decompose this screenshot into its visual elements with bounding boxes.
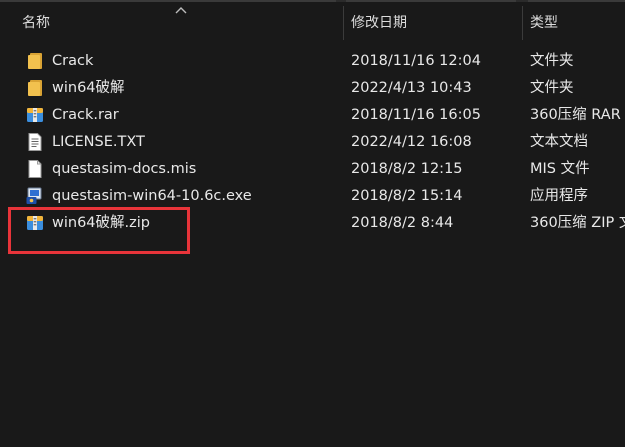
file-name: win64破解	[52, 80, 125, 96]
file-row-win64-crack-folder[interactable]: win64破解 2022/4/13 10:43 文件夹	[0, 75, 625, 102]
file-type: 文件夹	[530, 53, 574, 69]
file-row-crack-folder[interactable]: Crack 2018/11/16 12:04 文件夹	[0, 48, 625, 75]
file-row-questasim-exe[interactable]: questasim-win64-10.6c.exe 2018/8/2 15:14…	[0, 183, 625, 210]
column-header-date-label: 修改日期	[351, 15, 407, 31]
file-date: 2022/4/13 10:43	[351, 80, 472, 96]
file-name: questasim-win64-10.6c.exe	[52, 188, 252, 204]
file-name: Crack.rar	[52, 107, 119, 123]
file-row-crack-rar[interactable]: Crack.rar 2018/11/16 16:05 360压缩 RAR 文件	[0, 102, 625, 129]
file-date: 2018/11/16 12:04	[351, 53, 481, 69]
installer-icon	[26, 187, 42, 204]
file-row-license-txt[interactable]: LICENSE.TXT 2022/4/12 16:08 文本文档	[0, 129, 625, 156]
file-date: 2018/8/2 8:44	[351, 215, 454, 231]
file-date: 2018/11/16 16:05	[351, 107, 481, 123]
file-name: Crack	[52, 53, 94, 69]
file-date: 2018/8/2 12:15	[351, 161, 463, 177]
column-header-type-label: 类型	[530, 15, 558, 31]
file-date: 2022/4/12 16:08	[351, 134, 472, 150]
column-header-bar: 名称 修改日期 类型	[0, 2, 625, 42]
text-file-icon	[28, 133, 42, 151]
sort-ascending-icon	[175, 7, 187, 14]
file-type: 应用程序	[530, 188, 588, 204]
file-type: 360压缩 RAR 文件	[530, 107, 625, 123]
file-type: 360压缩 ZIP 文件	[530, 215, 625, 231]
file-type: 文本文档	[530, 134, 588, 150]
column-header-name-label: 名称	[22, 15, 50, 31]
archive-icon	[27, 108, 43, 122]
file-type: MIS 文件	[530, 161, 590, 177]
file-date: 2018/8/2 15:14	[351, 188, 463, 204]
column-header-type[interactable]: 类型	[523, 2, 625, 42]
file-explorer: 名称 修改日期 类型 Crack 2018/11/16 12:04 文件夹 wi…	[0, 0, 625, 447]
file-name: LICENSE.TXT	[52, 134, 145, 150]
blank-file-icon	[28, 160, 42, 178]
folder-icon	[28, 80, 42, 96]
file-name: questasim-docs.mis	[52, 161, 197, 177]
file-row-questasim-docs-mis[interactable]: questasim-docs.mis 2018/8/2 12:15 MIS 文件	[0, 156, 625, 183]
folder-icon	[28, 53, 42, 69]
annotation-highlight-box	[8, 207, 190, 254]
file-type: 文件夹	[530, 80, 574, 96]
column-header-date-modified[interactable]: 修改日期	[344, 2, 520, 42]
